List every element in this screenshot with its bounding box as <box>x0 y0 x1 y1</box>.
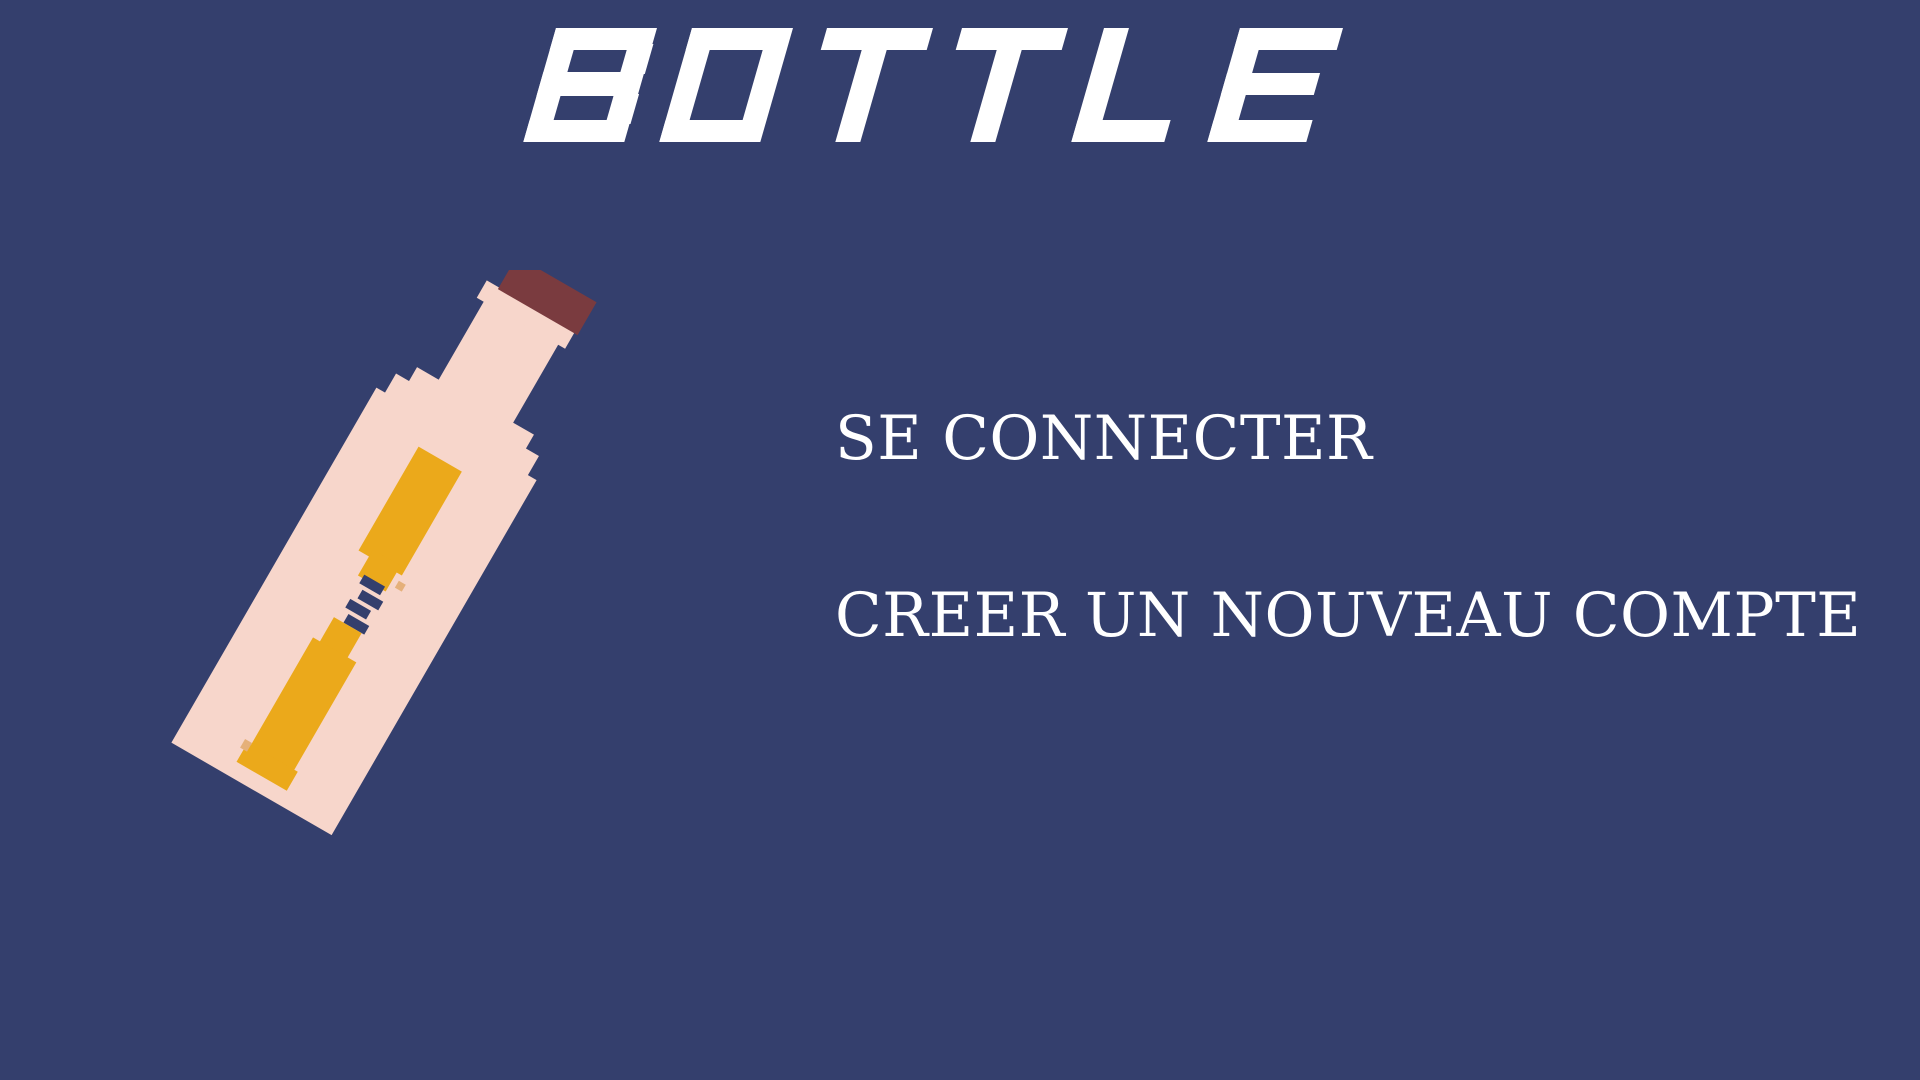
title-letter-e <box>1207 28 1344 142</box>
message-bottle-icon <box>170 270 630 850</box>
title-letter-b <box>523 28 657 142</box>
login-button[interactable]: SE CONNECTER <box>835 408 1861 469</box>
main-menu-screen: SE CONNECTER CREER UN NOUVEAU COMPTE <box>0 0 1920 1080</box>
title-letter-t2 <box>955 28 1068 142</box>
title-letter-o <box>659 28 793 142</box>
title-letter-t1 <box>820 28 933 142</box>
game-title-logo <box>523 28 1347 146</box>
main-menu: SE CONNECTER CREER UN NOUVEAU COMPTE <box>835 400 1861 646</box>
create-account-button[interactable]: CREER UN NOUVEAU COMPTE <box>835 585 1861 646</box>
title-letter-l <box>1071 28 1171 142</box>
